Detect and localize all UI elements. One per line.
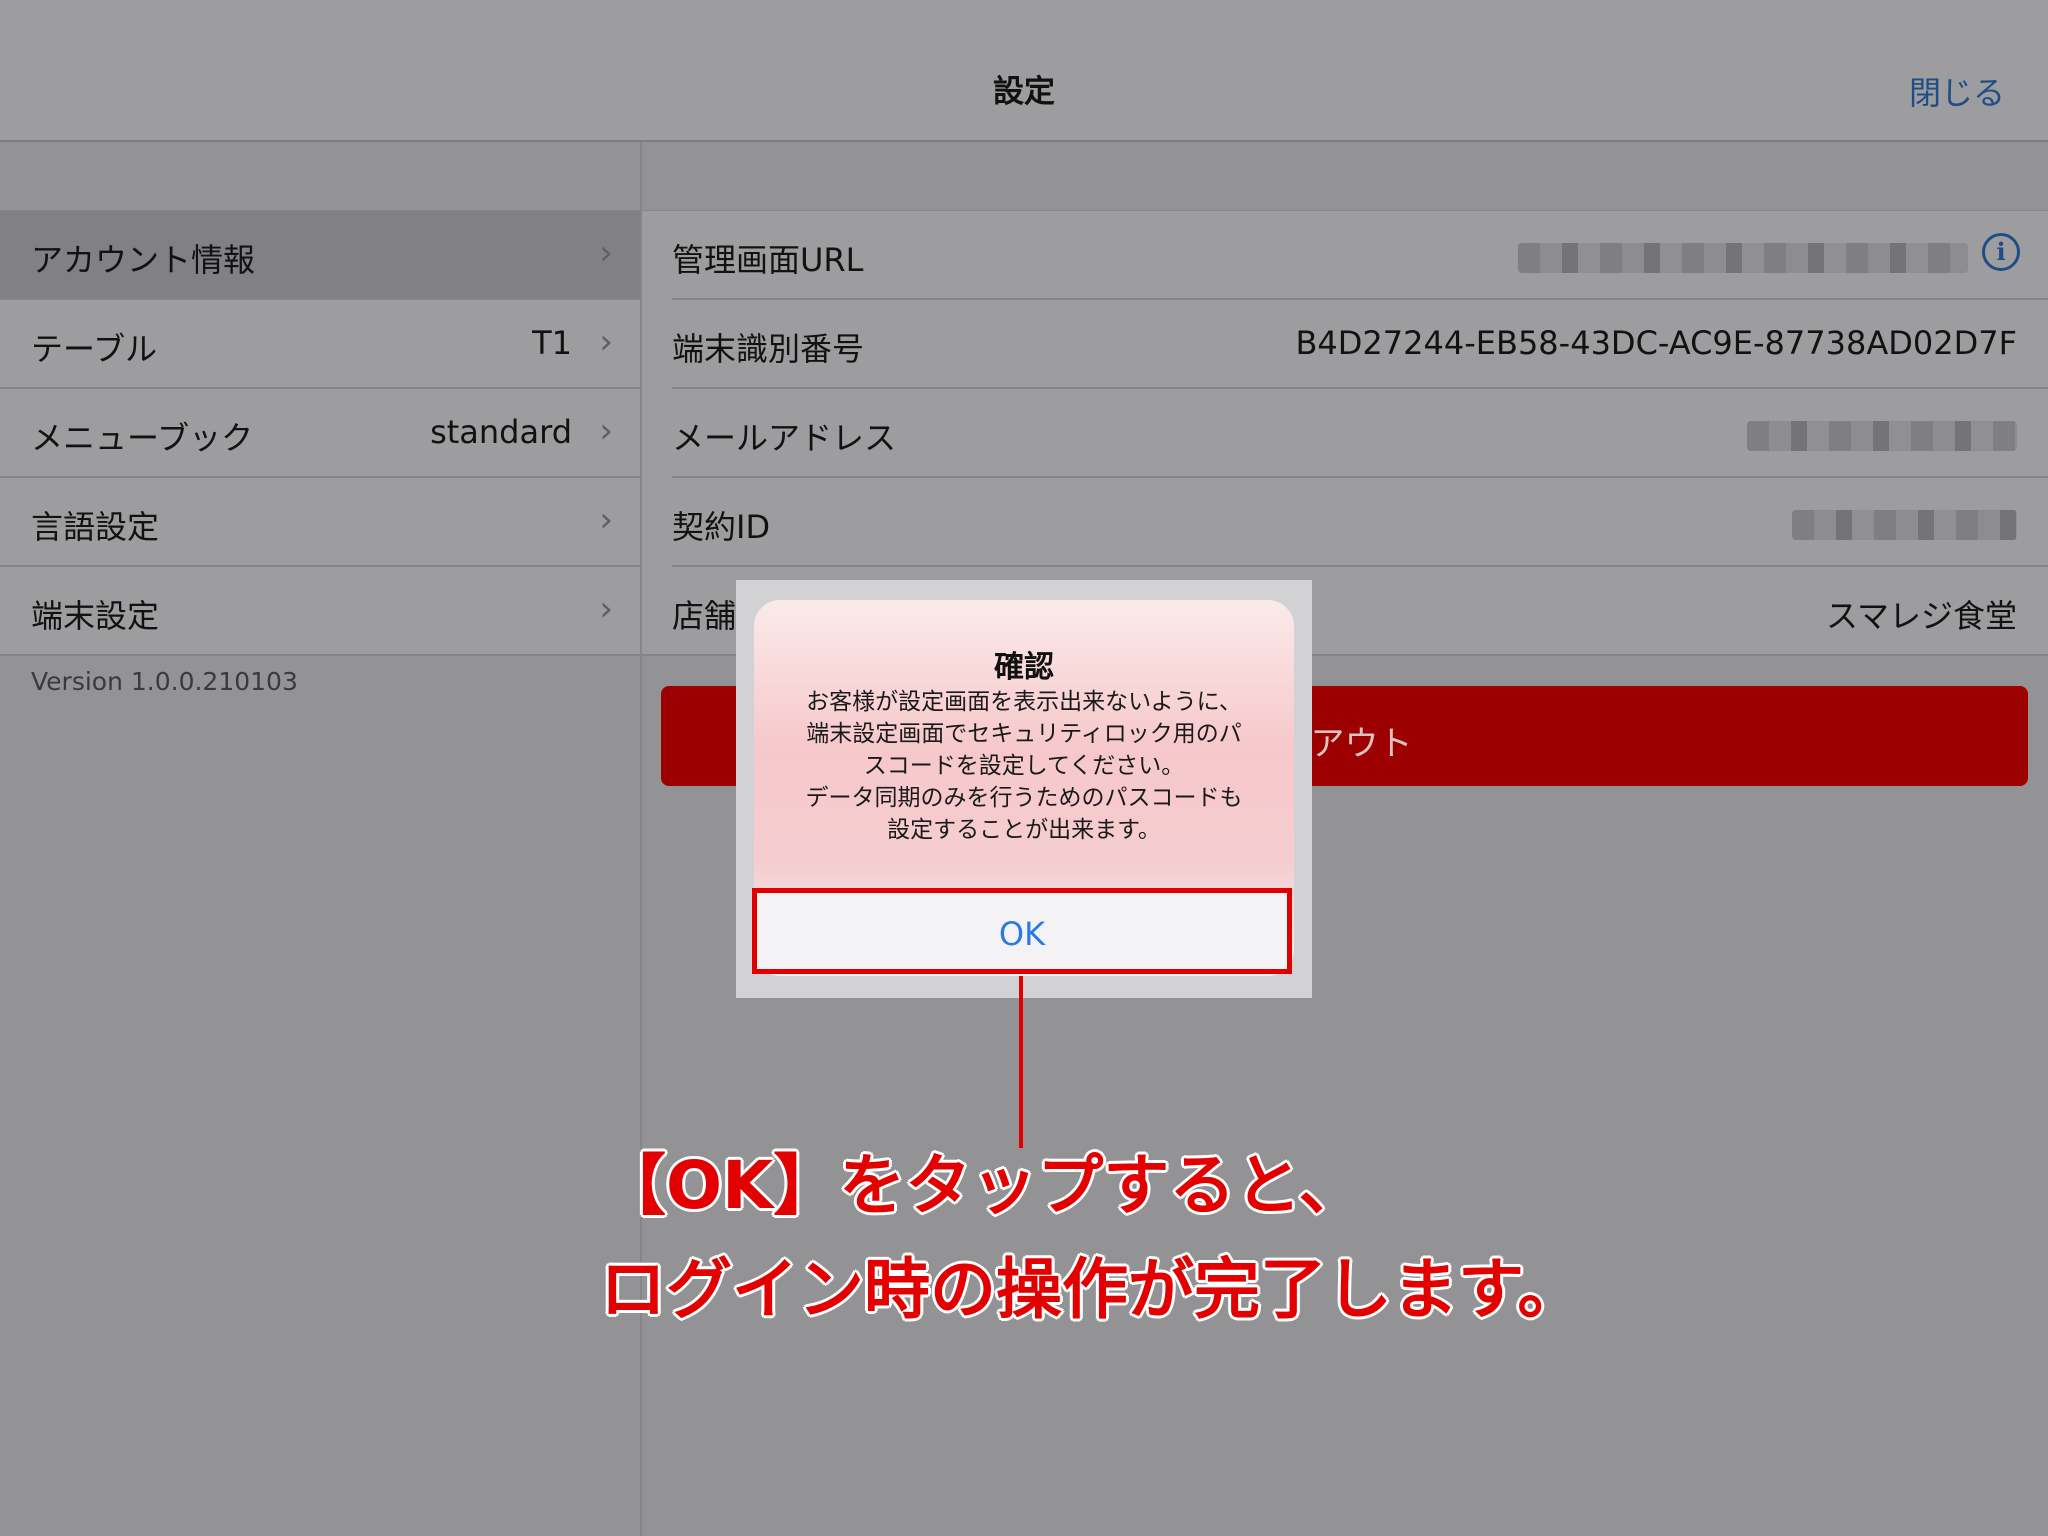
detail-row-contract-id: 契約ID — [672, 478, 2048, 567]
detail-row-device-id: 端末識別番号 B4D27244-EB58-43DC-AC9E-87738AD02… — [672, 300, 2048, 389]
sidebar-list: アカウント情報 › テーブル T1 › メニューブック standard › 言… — [0, 210, 640, 656]
sidebar-item-label: 端末設定 — [31, 597, 160, 635]
alert-message: お客様が設定画面を表示出来ないように、 端末設定画面でセキュリティロック用のパ … — [784, 686, 1264, 846]
callout-connector — [1019, 976, 1023, 1148]
annotation-line-2: ログイン時の操作が完了します。 — [600, 1251, 1584, 1328]
sidebar-item-table[interactable]: テーブル T1 › — [0, 300, 640, 389]
page-title: 設定 — [993, 74, 1055, 110]
chevron-right-icon: › — [599, 411, 613, 451]
alert-message-line: 設定することが出来ます。 — [887, 817, 1161, 843]
chevron-right-icon: › — [599, 233, 613, 273]
detail-row-email: メールアドレス — [672, 389, 2048, 478]
sidebar-header-spacer — [0, 142, 640, 210]
sidebar-item-value: standard — [430, 413, 572, 451]
alert-message-line: データ同期のみを行うためのパスコードも — [805, 785, 1243, 811]
close-button[interactable]: 閉じる — [1909, 68, 2005, 114]
sidebar-item-language[interactable]: 言語設定 › — [0, 478, 640, 567]
alert-message-line: スコードを設定してください。 — [863, 753, 1185, 779]
version-label: Version 1.0.0.210103 — [31, 667, 298, 696]
sidebar-item-label: アカウント情報 — [31, 241, 256, 279]
info-icon[interactable]: i — [1982, 233, 2020, 271]
detail-label: メールアドレス — [672, 419, 897, 457]
sidebar-item-menubook[interactable]: メニューブック standard › — [0, 389, 640, 478]
redacted-value — [1747, 421, 2017, 451]
alert-message-line: 端末設定画面でセキュリティロック用のパ — [806, 721, 1242, 747]
detail-row-admin-url: 管理画面URL i — [672, 211, 2048, 300]
sidebar-item-value: T1 — [532, 324, 572, 362]
annotation-line-1: 【OK】をタップすると、 — [600, 1147, 1365, 1224]
chevron-right-icon: › — [599, 322, 613, 362]
redacted-value — [1792, 510, 2017, 540]
detail-label: 端末識別番号 — [672, 330, 865, 368]
sidebar-item-label: メニューブック — [31, 419, 254, 457]
detail-header-spacer — [642, 142, 2048, 210]
sidebar-item-device-settings[interactable]: 端末設定 › — [0, 567, 640, 656]
chevron-right-icon: › — [599, 500, 613, 540]
detail-label: 店舗 — [672, 597, 737, 635]
alert-title: 確認 — [994, 650, 1054, 685]
ok-button[interactable]: OK — [752, 888, 1292, 974]
chevron-right-icon: › — [599, 589, 613, 629]
ok-button-label: OK — [998, 915, 1046, 953]
detail-label: 管理画面URL — [672, 241, 864, 279]
sidebar-item-account-info[interactable]: アカウント情報 › — [0, 211, 640, 300]
alert-message-line: お客様が設定画面を表示出来ないように、 — [806, 689, 1242, 715]
navigation-bar: 設定 閉じる — [0, 0, 2048, 142]
sidebar-item-label: テーブル — [31, 330, 158, 368]
detail-label: 契約ID — [672, 508, 771, 546]
detail-value: スマレジ食堂 — [1825, 597, 2017, 635]
redacted-value — [1518, 243, 1968, 273]
detail-value: B4D27244-EB58-43DC-AC9E-87738AD02D7F — [1295, 324, 2017, 362]
sidebar-item-label: 言語設定 — [31, 508, 160, 546]
